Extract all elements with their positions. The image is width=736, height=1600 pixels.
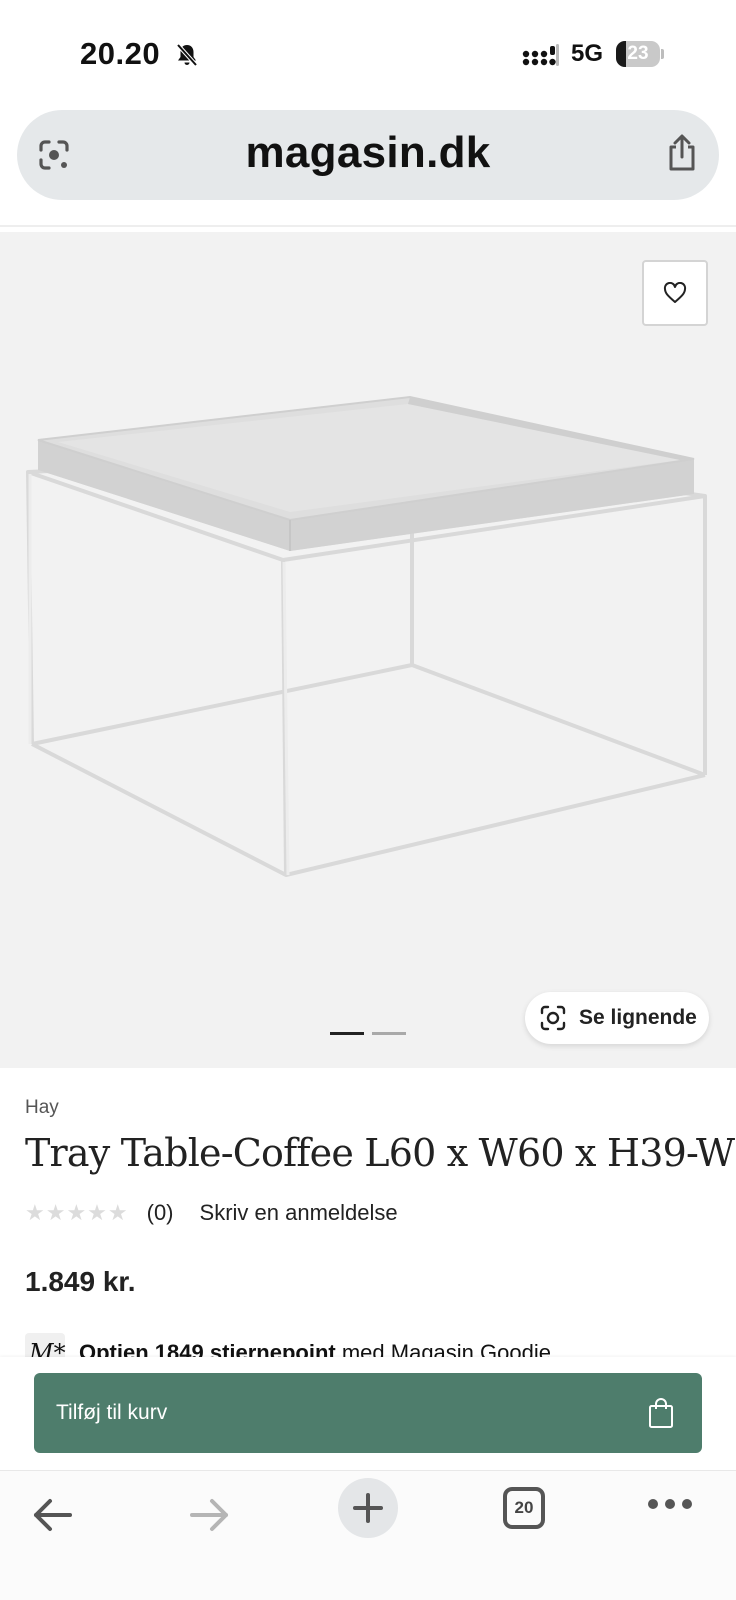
product-title: Tray Table-Coffee L60 x W60 x H39-W xyxy=(25,1131,735,1175)
pager-dot-active[interactable] xyxy=(330,1032,364,1035)
battery-indicator: 23 xyxy=(616,41,664,67)
see-similar-button[interactable]: Se lignende xyxy=(525,992,709,1044)
status-bar: 20.20 5G 23 xyxy=(0,0,736,100)
pager-dot[interactable] xyxy=(372,1032,406,1035)
rating-stars[interactable]: ★★★★★ xyxy=(25,1200,129,1226)
product-brand[interactable]: Hay xyxy=(25,1097,59,1119)
signal-icon xyxy=(522,44,559,66)
rating-row: ★★★★★ (0) Skriv en anmeldelse xyxy=(25,1200,398,1226)
see-similar-label: Se lignende xyxy=(579,1006,697,1029)
more-dot xyxy=(648,1499,658,1509)
tab-switcher-button[interactable]: 20 xyxy=(503,1487,545,1529)
product-price: 1.849 kr. xyxy=(25,1266,136,1297)
forward-arrow-icon[interactable] xyxy=(188,1493,232,1537)
review-count[interactable]: (0) xyxy=(147,1200,174,1226)
network-type: 5G xyxy=(571,40,604,67)
google-lens-icon[interactable] xyxy=(35,136,73,174)
points-bold-text: Optjen 1849 stjernepoint xyxy=(79,1340,336,1357)
bell-slash-icon xyxy=(176,43,198,67)
product-image xyxy=(26,395,707,877)
points-rest-text: med Magasin Goodie xyxy=(335,1340,551,1357)
shopping-bag-icon xyxy=(649,1398,673,1428)
heart-icon xyxy=(663,282,687,303)
magasin-logo: M* xyxy=(25,1333,66,1357)
more-menu-icon[interactable] xyxy=(648,1497,692,1511)
battery-tip xyxy=(661,49,664,59)
sticky-cart-bar: Tilføj til kurv xyxy=(0,1357,736,1470)
back-arrow-icon[interactable] xyxy=(30,1493,74,1537)
visual-search-icon xyxy=(540,1005,566,1031)
more-dot xyxy=(682,1499,692,1509)
browser-toolbar: 20 xyxy=(0,1470,736,1600)
new-tab-button[interactable] xyxy=(338,1478,398,1538)
battery-body: 23 xyxy=(616,41,660,67)
share-icon[interactable] xyxy=(663,133,701,173)
status-time: 20.20 xyxy=(80,36,161,71)
address-bar[interactable]: magasin.dk xyxy=(17,110,719,200)
product-image-carousel[interactable]: Se lignende xyxy=(0,232,736,1068)
more-dot xyxy=(665,1499,675,1509)
add-to-cart-button[interactable]: Tilføj til kurv xyxy=(34,1373,702,1453)
plus-icon xyxy=(353,1493,383,1523)
header-divider xyxy=(0,225,736,227)
add-to-cart-label: Tilføj til kurv xyxy=(56,1401,168,1424)
url-text[interactable]: magasin.dk xyxy=(97,128,639,178)
battery-level: 23 xyxy=(627,43,649,64)
favorite-button[interactable] xyxy=(642,260,708,326)
image-pager xyxy=(330,1032,406,1035)
loyalty-points-row: M* Optjen 1849 stjernepoint med Magasin … xyxy=(25,1333,551,1357)
points-text: Optjen 1849 stjernepoint med Magasin Goo… xyxy=(79,1333,551,1357)
write-review-link[interactable]: Skriv en anmeldelse xyxy=(200,1200,398,1226)
